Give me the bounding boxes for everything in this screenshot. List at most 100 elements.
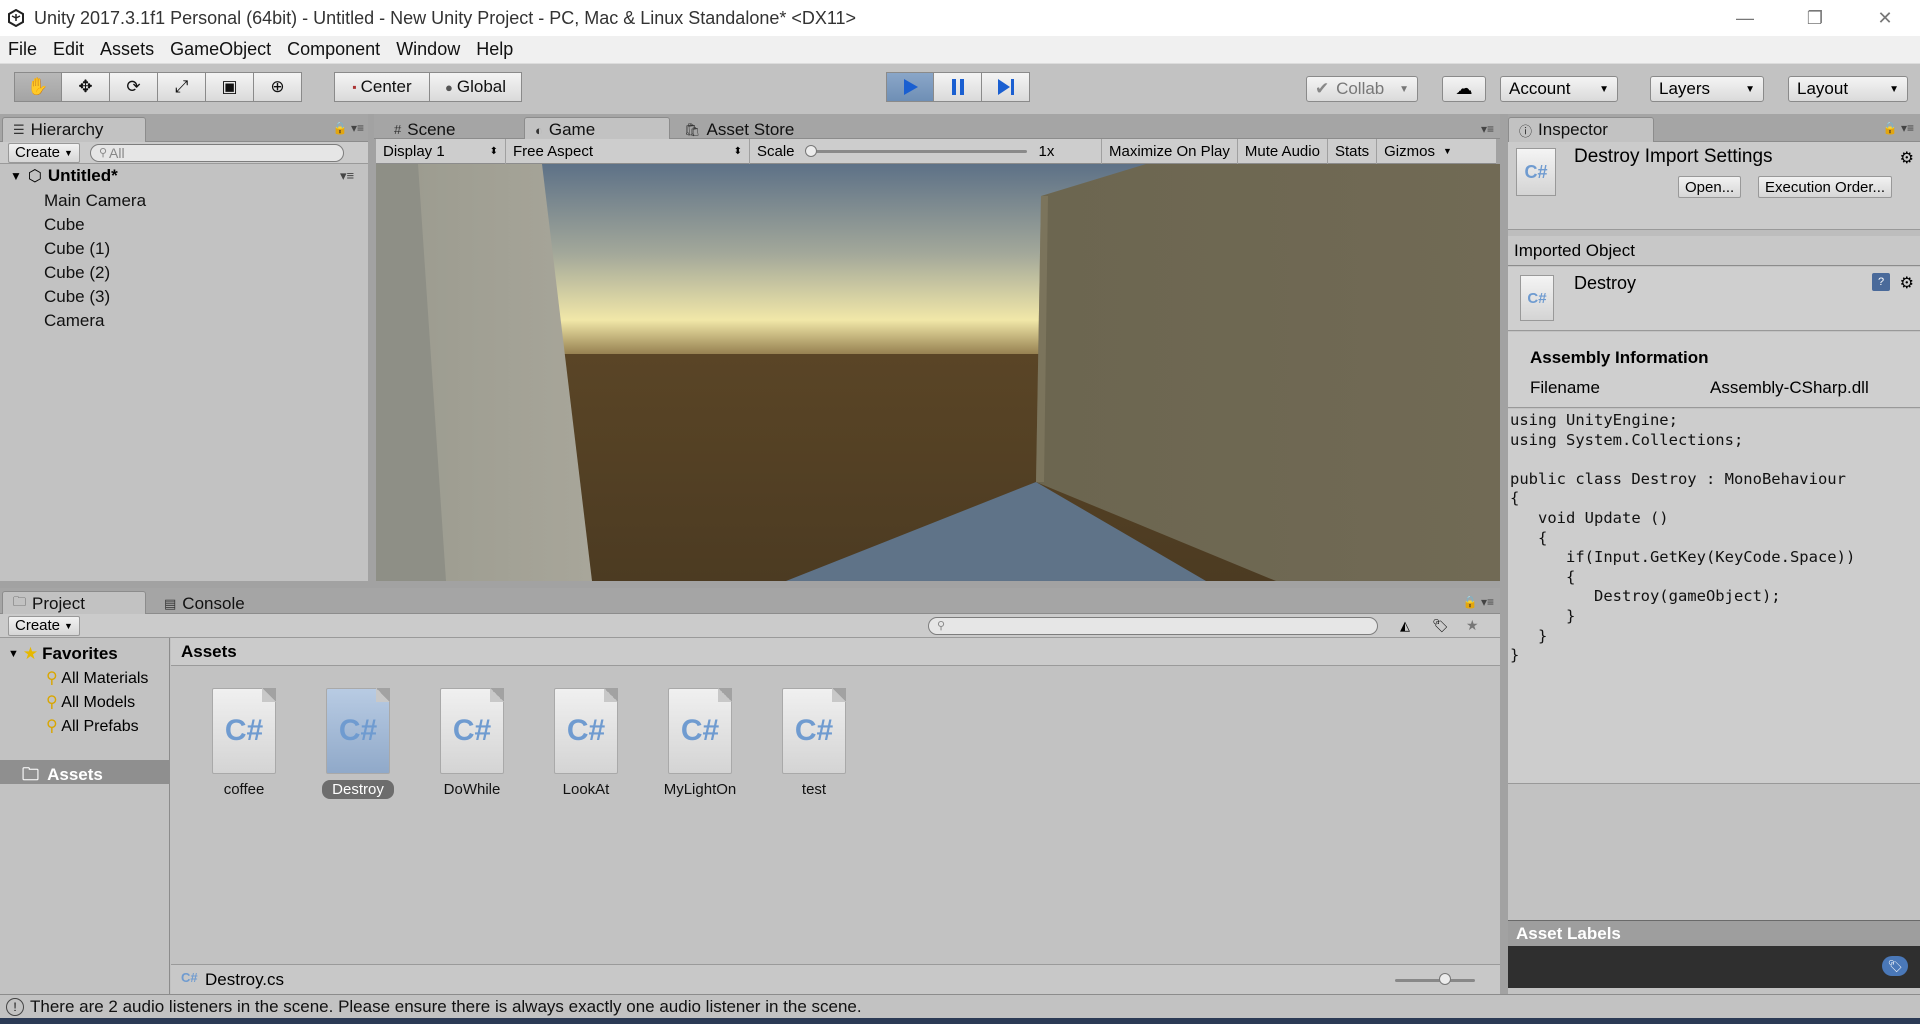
open-button[interactable]: Open...: [1678, 176, 1742, 198]
asset-item[interactable]: C# DoWhile: [422, 688, 522, 799]
asset-item-selected[interactable]: C# Destroy: [308, 688, 408, 799]
transform-tool-icon[interactable]: ⊕: [254, 72, 302, 102]
csharp-file-icon: C#: [181, 970, 198, 985]
status-bar[interactable]: ! There are 2 audio listeners in the sce…: [0, 994, 1920, 1018]
panel-menu-icon[interactable]: 🔒 ▾≡: [1883, 121, 1914, 135]
scene-root-item[interactable]: ▼ ⬡ Untitled*: [10, 166, 118, 186]
pivot-icon: ▪: [352, 80, 357, 94]
layers-dropdown[interactable]: Layers ▼: [1650, 76, 1764, 102]
restore-button[interactable]: ❐: [1780, 0, 1850, 36]
asset-item[interactable]: C# LookAt: [536, 688, 636, 799]
layout-label: Layout: [1797, 79, 1849, 98]
hierarchy-item[interactable]: Camera: [44, 311, 104, 331]
favorites-node[interactable]: ▼ ★ Favorites: [8, 644, 118, 664]
favorite-item[interactable]: ⚲ All Models: [46, 692, 135, 712]
display-dropdown[interactable]: Display 1 ⬍: [376, 138, 506, 164]
scene-options-icon[interactable]: ▾≡: [340, 168, 354, 184]
cloud-button[interactable]: ☁: [1442, 76, 1486, 102]
menu-window[interactable]: Window: [388, 39, 468, 60]
gizmos-label: Gizmos: [1384, 142, 1435, 160]
move-tool-icon[interactable]: ✥: [62, 72, 110, 102]
pacman-icon: ◐: [535, 122, 543, 138]
panel-menu-icon[interactable]: ▾≡: [1481, 122, 1494, 136]
help-book-icon[interactable]: ?: [1872, 273, 1890, 291]
asset-item[interactable]: C# MyLightOn: [650, 688, 750, 799]
asset-label: DoWhile: [443, 781, 501, 798]
stats-toggle[interactable]: Stats: [1328, 138, 1378, 164]
project-breadcrumb[interactable]: Assets: [171, 638, 1500, 666]
game-view-render[interactable]: [376, 164, 1500, 581]
play-button[interactable]: [886, 72, 934, 102]
hierarchy-item[interactable]: Main Camera: [44, 191, 146, 211]
game-tab-label: Game: [548, 120, 596, 139]
favorite-star-icon[interactable]: ★: [1466, 617, 1479, 634]
execution-order-button[interactable]: Execution Order...: [1758, 176, 1893, 198]
tab-inspector[interactable]: ⓘ Inspector: [1508, 117, 1654, 142]
pause-button[interactable]: [934, 72, 982, 102]
panel-menu-icon[interactable]: 🔒 ▾≡: [1463, 595, 1494, 609]
step-button[interactable]: [982, 72, 1030, 102]
tab-console[interactable]: ▤ Console: [154, 591, 294, 616]
minimize-button[interactable]: —: [1710, 0, 1780, 36]
rotate-tool-icon[interactable]: ⟳: [110, 72, 158, 102]
asset-item[interactable]: C# coffee: [194, 688, 294, 799]
icon-size-slider-thumb[interactable]: [1439, 973, 1451, 985]
mute-audio-toggle[interactable]: Mute Audio: [1238, 138, 1328, 164]
icon-size-slider[interactable]: [1395, 973, 1475, 985]
tab-project[interactable]: 🗀 Project: [2, 591, 146, 616]
asset-item[interactable]: C# test: [764, 688, 864, 799]
tab-hierarchy[interactable]: ☰ Hierarchy: [2, 117, 146, 142]
account-dropdown[interactable]: Account ▼: [1500, 76, 1618, 102]
pivot-center-button[interactable]: ▪ Center: [334, 72, 430, 102]
hand-tool-icon[interactable]: ✋: [14, 72, 62, 102]
favorite-item[interactable]: ⚲ All Materials: [46, 668, 170, 688]
account-label: Account: [1509, 79, 1571, 98]
hierarchy-item[interactable]: Cube (3): [44, 287, 110, 307]
scale-value: 1x: [1038, 142, 1055, 160]
scale-label: Scale: [757, 142, 795, 160]
panel-menu-icon[interactable]: 🔒 ▾≡: [333, 121, 364, 135]
globe-icon: ●: [445, 79, 453, 95]
menu-gameobject[interactable]: GameObject: [162, 39, 279, 60]
layout-dropdown[interactable]: Layout ▼: [1788, 76, 1908, 102]
assets-folder-node[interactable]: 🗀 Assets: [0, 760, 170, 784]
panel-splitter[interactable]: [368, 114, 374, 581]
hierarchy-create-button[interactable]: Create ▼: [8, 142, 80, 163]
close-button[interactable]: ✕: [1850, 0, 1920, 36]
menu-file[interactable]: File: [0, 39, 45, 60]
hierarchy-item[interactable]: Cube: [44, 215, 85, 235]
maximize-on-play-toggle[interactable]: Maximize On Play: [1102, 138, 1238, 164]
filter-by-label-icon[interactable]: 🏷: [1432, 618, 1449, 634]
panel-splitter[interactable]: [1500, 114, 1508, 994]
rect-tool-icon[interactable]: ▣: [206, 72, 254, 102]
label-tag-icon[interactable]: 🏷: [1882, 956, 1908, 976]
list-icon: ☰: [13, 122, 25, 137]
menu-edit[interactable]: Edit: [45, 39, 92, 60]
scale-tool-icon[interactable]: ⤢: [158, 72, 206, 102]
inspector-tab-label: Inspector: [1538, 120, 1608, 139]
gizmos-toggle[interactable]: Gizmos ▼: [1377, 139, 1459, 164]
filter-by-type-icon[interactable]: ◭: [1400, 618, 1410, 634]
hierarchy-search-placeholder: All: [109, 144, 125, 161]
project-search-input[interactable]: ⚲: [928, 616, 1378, 635]
menu-help[interactable]: Help: [468, 39, 521, 60]
menu-assets[interactable]: Assets: [92, 39, 162, 60]
menu-component[interactable]: Component: [279, 39, 388, 60]
hierarchy-item[interactable]: Cube (2): [44, 263, 110, 283]
hierarchy-search-input[interactable]: ⚲ All: [89, 143, 344, 162]
settings-gear-icon[interactable]: ⚙: [1900, 148, 1914, 168]
space-global-button[interactable]: ● Global: [430, 72, 522, 102]
create-label: Create: [15, 144, 61, 161]
collab-dropdown[interactable]: ✔ Collab ▼: [1306, 76, 1418, 102]
asset-label: LookAt: [562, 781, 610, 798]
project-create-button[interactable]: Create ▼: [8, 615, 80, 636]
assembly-info-section: Assembly Information Filename Assembly-C…: [1508, 332, 1920, 408]
hierarchy-item[interactable]: Cube (1): [44, 239, 110, 259]
aspect-dropdown[interactable]: Free Aspect ⬍: [506, 138, 750, 164]
favorite-item[interactable]: ⚲ All Prefabs: [46, 716, 139, 736]
scale-slider-thumb[interactable]: [804, 145, 817, 157]
settings-gear-icon[interactable]: ⚙: [1900, 273, 1914, 293]
chevron-down-icon: ▼: [1599, 83, 1609, 95]
filename-value: Assembly-CSharp.dll: [1710, 378, 1869, 397]
scale-slider[interactable]: [804, 145, 1027, 157]
